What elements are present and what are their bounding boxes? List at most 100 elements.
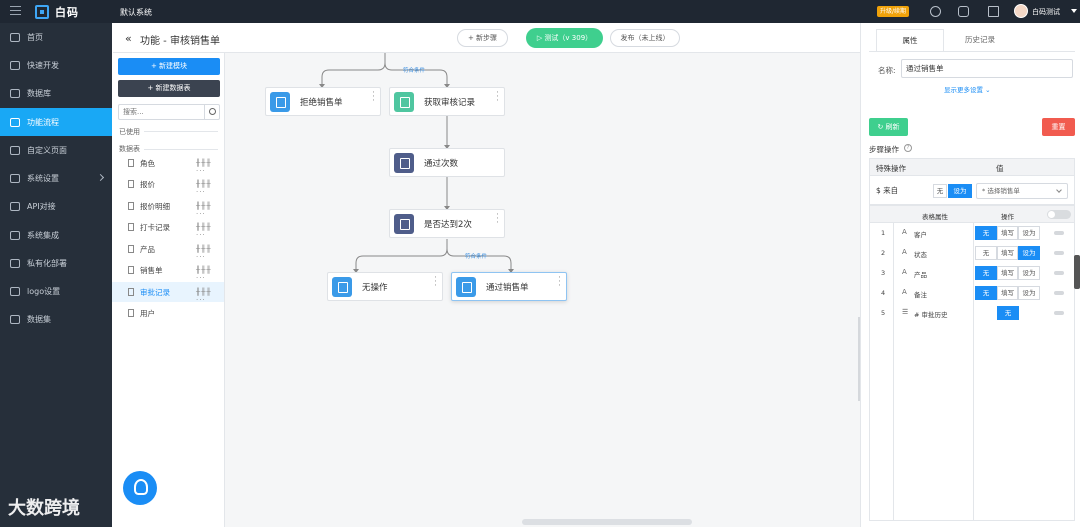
document-icon bbox=[128, 266, 134, 274]
toggle-switch[interactable] bbox=[1054, 251, 1064, 255]
settings-sliders-icon[interactable]: ╫╫╫ ··· bbox=[196, 288, 224, 304]
sidebar-item-custom-page[interactable]: 自定义页面 bbox=[0, 136, 112, 164]
list-item-active[interactable]: 审批记录 ╫╫╫ ··· bbox=[112, 282, 224, 304]
sidebar: 首页 快速开发 数据库 功能流程 自定义页面 系统设置 API对接 系统集成 私… bbox=[0, 23, 112, 527]
settings-sliders-icon[interactable]: ╫╫╫ ··· bbox=[196, 159, 224, 175]
search-icon[interactable] bbox=[204, 105, 219, 119]
new-step-button[interactable]: + 新步骤 bbox=[457, 29, 508, 47]
sidebar-item-integration[interactable]: 系统集成 bbox=[0, 221, 112, 249]
set-option[interactable]: 设为 bbox=[1018, 266, 1040, 280]
fill-option[interactable]: 填写 bbox=[997, 266, 1018, 280]
more-settings-link[interactable]: 显示更多设置 ⌄ bbox=[944, 84, 991, 94]
horizontal-scrollbar[interactable] bbox=[522, 519, 692, 525]
chevron-down-icon[interactable] bbox=[1071, 9, 1077, 13]
bug-icon[interactable] bbox=[958, 6, 969, 17]
sidebar-item-flows[interactable]: 功能流程 bbox=[0, 108, 112, 136]
brand-logo[interactable]: 白码 bbox=[35, 4, 79, 20]
toggle-switch[interactable] bbox=[1054, 291, 1064, 295]
none-option[interactable]: 无 bbox=[975, 226, 997, 240]
more-icon[interactable]: · · · bbox=[434, 274, 437, 291]
menu-icon[interactable] bbox=[10, 6, 21, 16]
list-item[interactable]: 用户 bbox=[112, 303, 224, 323]
list-item[interactable]: 打卡记录 ╫╫╫ ··· bbox=[112, 217, 224, 239]
system-name[interactable]: 默认系统 bbox=[120, 7, 152, 18]
sidebar-item-label: 数据集 bbox=[27, 314, 51, 324]
list-item[interactable]: 报价明细 ╫╫╫ ··· bbox=[112, 196, 224, 218]
refresh-button[interactable]: ↻ 刷新 bbox=[869, 118, 908, 136]
settings-sliders-icon[interactable]: ╫╫╫ ··· bbox=[196, 245, 224, 261]
fill-option[interactable]: 填写 bbox=[997, 246, 1018, 260]
step-node-count[interactable]: 通过次数 bbox=[389, 148, 505, 177]
sidebar-item-logo[interactable]: logo设置 bbox=[0, 277, 112, 305]
list-item[interactable]: 销售单 ╫╫╫ ··· bbox=[112, 260, 224, 282]
sidebar-item-database[interactable]: 数据库 bbox=[0, 79, 112, 107]
none-option[interactable]: 无 bbox=[975, 246, 997, 260]
sidebar-item-private-deploy[interactable]: 私有化部署 bbox=[0, 249, 112, 277]
list-item[interactable]: 角色 ╫╫╫ ··· bbox=[112, 153, 224, 175]
flow-canvas[interactable]: 符合条件 符合条件 拒绝销售单 · · · 获取审核记录 · · · 通过次数 是否达到… bbox=[225, 53, 861, 527]
text-icon: A bbox=[902, 288, 907, 296]
set-option[interactable]: 设为 bbox=[1018, 226, 1040, 240]
settings-sliders-icon[interactable]: ╫╫╫ ··· bbox=[196, 266, 224, 282]
sidebar-item-quick-dev[interactable]: 快速开发 bbox=[0, 51, 112, 79]
more-icon[interactable]: · · · bbox=[496, 89, 499, 106]
user-name[interactable]: 白码测试 bbox=[1032, 7, 1060, 17]
column-header: 值 bbox=[996, 164, 1004, 173]
dataset-icon bbox=[10, 314, 20, 324]
step-node-approve[interactable]: 通过销售单 · · · bbox=[451, 272, 567, 301]
more-icon[interactable]: · · · bbox=[558, 274, 561, 291]
reset-button[interactable]: 重置 bbox=[1042, 118, 1075, 136]
toggle-switch[interactable] bbox=[1047, 210, 1071, 219]
more-icon[interactable]: · · · bbox=[372, 89, 375, 106]
tab-attributes[interactable]: 属性 bbox=[876, 29, 944, 51]
new-module-button[interactable]: + 新建模块 bbox=[118, 58, 220, 75]
none-option[interactable]: 无 bbox=[975, 286, 997, 300]
set-option[interactable]: 设为 bbox=[1018, 246, 1040, 260]
document-icon[interactable] bbox=[988, 6, 999, 17]
toggle-switch[interactable] bbox=[1054, 271, 1064, 275]
sidebar-item-settings[interactable]: 系统设置 bbox=[0, 164, 112, 192]
source-label: $ 来自 bbox=[876, 186, 899, 195]
step-node-fetch[interactable]: 获取审核记录 · · · bbox=[389, 87, 505, 116]
set-option[interactable]: 设为 bbox=[1018, 286, 1040, 300]
sales-order-select[interactable]: * 选择销售单 bbox=[976, 183, 1068, 199]
step-node-reject[interactable]: 拒绝销售单 · · · bbox=[265, 87, 381, 116]
step-node-noop[interactable]: 无操作 · · · bbox=[327, 272, 443, 301]
condition-label[interactable]: 符合条件 bbox=[465, 252, 487, 260]
set-option[interactable]: 设为 bbox=[948, 184, 972, 198]
avatar[interactable] bbox=[1014, 4, 1028, 18]
search-input[interactable] bbox=[119, 105, 203, 119]
sidebar-item-label: 自定义页面 bbox=[27, 145, 67, 155]
none-option[interactable]: 无 bbox=[997, 306, 1019, 320]
panel-scroll-handle[interactable] bbox=[1074, 255, 1080, 289]
tab-history[interactable]: 历史记录 bbox=[946, 29, 1014, 51]
collapse-icon[interactable]: « bbox=[125, 32, 132, 45]
settings-sliders-icon[interactable]: ╫╫╫ ··· bbox=[196, 223, 224, 239]
sidebar-item-api[interactable]: API对接 bbox=[0, 192, 112, 220]
upgrade-badge[interactable]: 升级/续期 bbox=[877, 6, 910, 17]
name-field[interactable]: 通过销售单 bbox=[901, 59, 1073, 78]
help-icon[interactable]: ? bbox=[904, 144, 912, 152]
settings-sliders-icon[interactable]: ╫╫╫ ··· bbox=[196, 180, 224, 196]
toggle-switch[interactable] bbox=[1054, 311, 1064, 315]
none-option[interactable]: 无 bbox=[933, 184, 947, 198]
fill-option[interactable]: 填写 bbox=[997, 286, 1018, 300]
new-table-button[interactable]: + 新建数据表 bbox=[118, 80, 220, 97]
settings-sliders-icon[interactable]: ╫╫╫ ··· bbox=[196, 202, 224, 218]
more-icon[interactable]: · · · bbox=[496, 211, 499, 228]
toggle-switch[interactable] bbox=[1054, 231, 1064, 235]
list-item[interactable]: 产品 ╫╫╫ ··· bbox=[112, 239, 224, 261]
play-icon[interactable] bbox=[930, 6, 941, 17]
sidebar-item-home[interactable]: 首页 bbox=[0, 23, 112, 51]
table-name: 销售单 bbox=[140, 265, 163, 275]
test-button[interactable]: ▷ 测试（v 309） bbox=[526, 28, 603, 48]
sidebar-item-dataset[interactable]: 数据集 bbox=[0, 305, 112, 333]
used-section-label: 已使用 bbox=[119, 128, 140, 136]
list-item[interactable]: 报价 ╫╫╫ ··· bbox=[112, 174, 224, 196]
step-node-check[interactable]: 是否达到2次 · · · bbox=[389, 209, 505, 238]
publish-button[interactable]: 发布（未上线） bbox=[610, 29, 680, 47]
fill-option[interactable]: 填写 bbox=[997, 226, 1018, 240]
none-option[interactable]: 无 bbox=[975, 266, 997, 280]
condition-label[interactable]: 符合条件 bbox=[403, 66, 425, 74]
lightbulb-icon[interactable] bbox=[123, 471, 157, 505]
